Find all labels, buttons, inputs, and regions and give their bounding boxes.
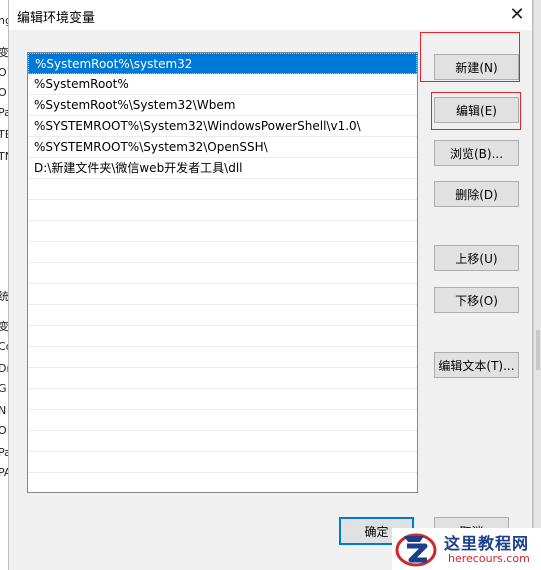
empty-row[interactable] (28, 368, 417, 389)
background-text: G (0, 382, 7, 395)
empty-row[interactable] (28, 200, 417, 221)
watermark-title: 这里教程网 (444, 534, 530, 553)
background-text: O (0, 424, 7, 437)
edit-environment-variable-dialog: 编辑环境变量 ✕ %SystemRoot%\system32 %SystemRo… (8, 0, 533, 570)
empty-row[interactable] (28, 473, 417, 492)
move-down-button[interactable]: 下移(O) (434, 287, 519, 313)
empty-row[interactable] (28, 179, 417, 200)
list-item[interactable]: %SystemRoot%\System32\Wbem (28, 95, 417, 116)
empty-row[interactable] (28, 326, 417, 347)
empty-row[interactable] (28, 305, 417, 326)
site-watermark: 这里教程网 herecours.com (392, 528, 541, 570)
watermark-url: herecours.com (448, 552, 530, 565)
empty-row[interactable] (28, 221, 417, 242)
edit-button[interactable]: 编辑(E) (434, 97, 519, 123)
delete-button[interactable]: 删除(D) (434, 181, 519, 207)
empty-row[interactable] (28, 263, 417, 284)
empty-row[interactable] (28, 347, 417, 368)
close-icon[interactable]: ✕ (504, 1, 530, 27)
background-scrollbar-thumb (536, 330, 540, 370)
background-window-right (533, 0, 541, 570)
browse-button[interactable]: 浏览(B)... (434, 140, 519, 166)
empty-row[interactable] (28, 410, 417, 431)
list-item[interactable]: %SYSTEMROOT%\System32\OpenSSH\ (28, 137, 417, 158)
dialog-title: 编辑环境变量 (17, 11, 96, 26)
list-item[interactable]: D:\新建文件夹\微信web开发者工具\dll (28, 158, 417, 179)
move-up-button[interactable]: 上移(U) (434, 245, 519, 271)
new-button[interactable]: 新建(N) (434, 54, 519, 80)
empty-row[interactable] (28, 431, 417, 452)
background-text: O (0, 86, 7, 99)
empty-row[interactable] (28, 389, 417, 410)
empty-row[interactable] (28, 452, 417, 473)
background-text: O (0, 66, 7, 79)
list-item[interactable]: %SystemRoot%\system32 (28, 53, 417, 74)
edit-text-button[interactable]: 编辑文本(T)... (434, 352, 519, 378)
empty-row[interactable] (28, 284, 417, 305)
empty-row[interactable] (28, 242, 417, 263)
title-bar[interactable]: 编辑环境变量 ✕ (9, 0, 532, 30)
list-item[interactable]: %SYSTEMROOT%\System32\WindowsPowerShell\… (28, 116, 417, 137)
list-item[interactable]: %SystemRoot% (28, 74, 417, 95)
background-text: N (0, 404, 6, 417)
path-entry-list[interactable]: %SystemRoot%\system32 %SystemRoot% %Syst… (27, 52, 418, 493)
watermark-logo-icon (395, 533, 437, 567)
